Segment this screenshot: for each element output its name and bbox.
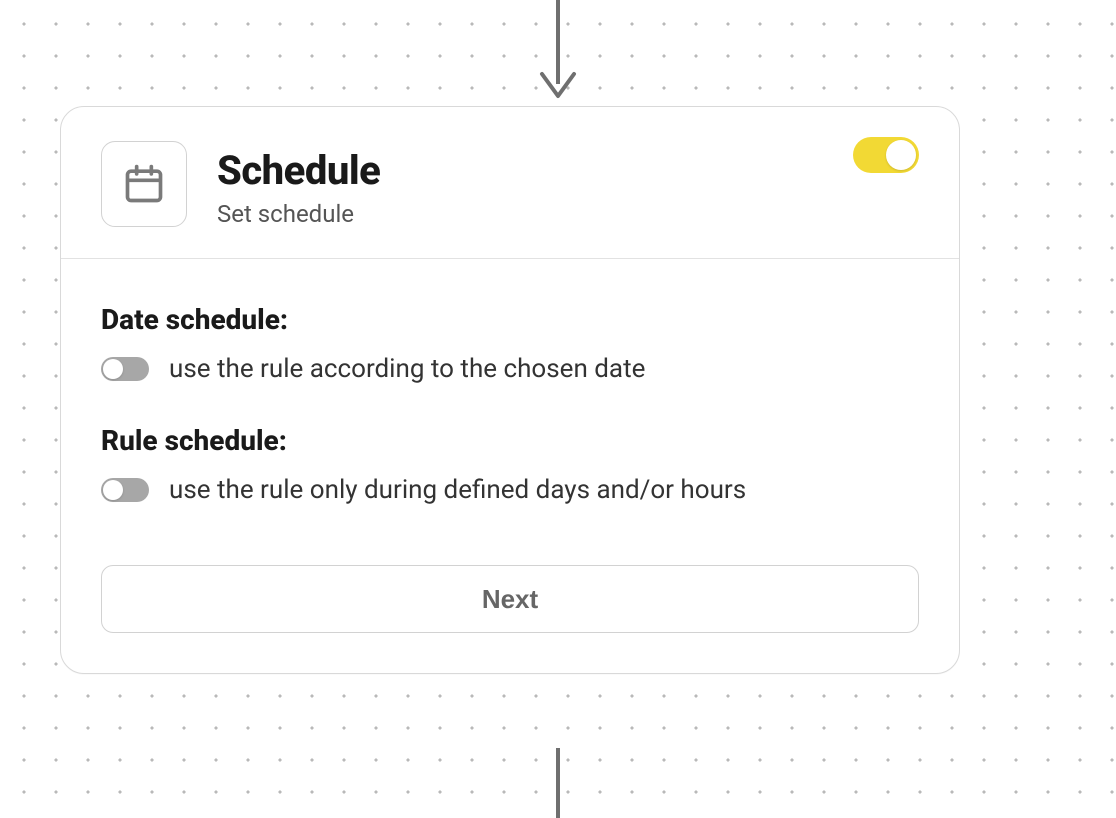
card-title: Schedule: [217, 147, 380, 194]
next-button-label: Next: [482, 584, 538, 615]
calendar-icon-box: [101, 141, 187, 227]
date-schedule-toggle[interactable]: [101, 357, 149, 381]
next-button[interactable]: Next: [101, 565, 919, 633]
toggle-knob: [886, 140, 916, 170]
rule-schedule-toggle[interactable]: [101, 478, 149, 502]
rule-schedule-section: Rule schedule: use the rule only during …: [101, 424, 919, 505]
toggle-knob: [103, 359, 123, 379]
rule-schedule-description: use the rule only during defined days an…: [169, 475, 746, 505]
date-schedule-section: Date schedule: use the rule according to…: [101, 303, 919, 384]
rule-schedule-title: Rule schedule:: [101, 424, 919, 457]
date-schedule-title: Date schedule:: [101, 303, 919, 336]
toggle-knob: [103, 480, 123, 500]
schedule-node-card[interactable]: Schedule Set schedule Date schedule: use…: [60, 106, 960, 674]
schedule-enable-toggle[interactable]: [853, 137, 919, 173]
card-subtitle: Set schedule: [217, 200, 380, 228]
calendar-icon: [122, 162, 166, 206]
flow-canvas[interactable]: Schedule Set schedule Date schedule: use…: [0, 0, 1116, 818]
card-header: Schedule Set schedule: [61, 107, 959, 259]
date-schedule-description: use the rule according to the chosen dat…: [169, 354, 645, 384]
outgoing-connector-line: [556, 748, 560, 818]
card-body: Date schedule: use the rule according to…: [61, 259, 959, 673]
incoming-connector-arrow: [536, 0, 580, 106]
